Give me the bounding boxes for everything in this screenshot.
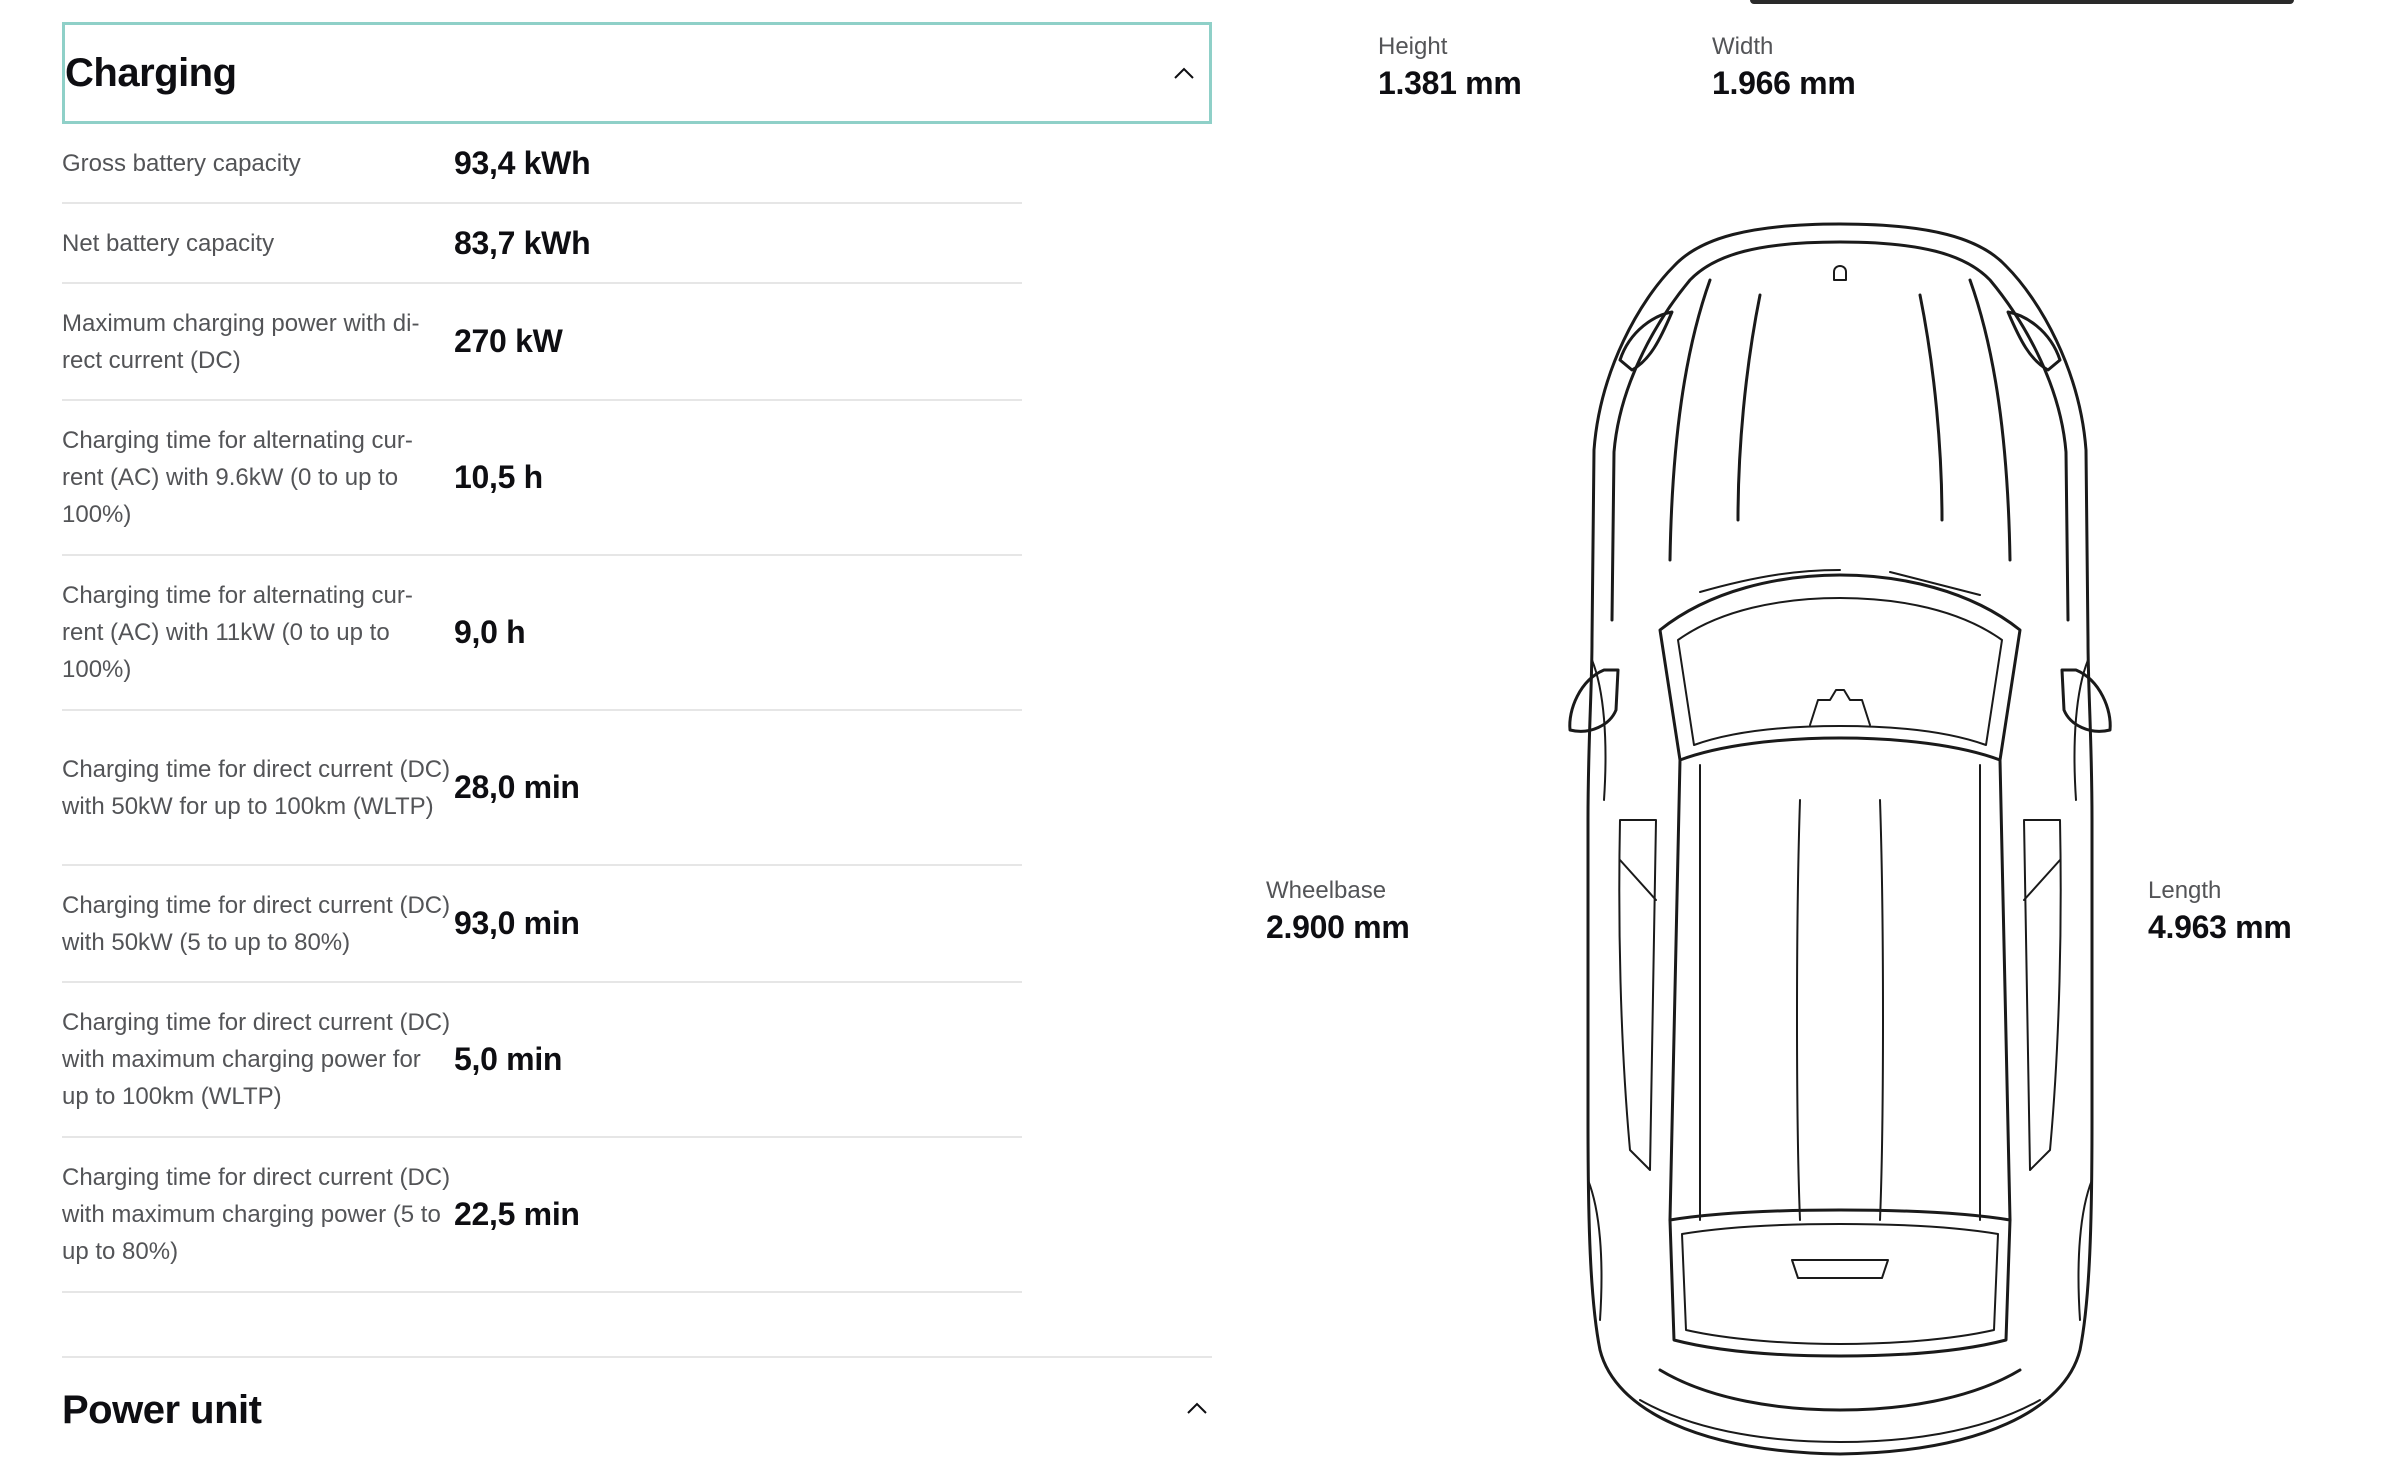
overlay-edge — [1750, 0, 2294, 4]
spec-label: Charging time for alternating cur-rent (… — [62, 582, 413, 683]
spec-row-dc-50kw-100km: Charging time for direct current (DC) wi… — [62, 711, 1022, 866]
spec-row-dc-max-100km: Charging time for direct current (DC) wi… — [62, 983, 1022, 1138]
spec-value: 83,7 kWh — [454, 224, 591, 261]
chevron-up-icon[interactable] — [1169, 58, 1199, 88]
charging-accordion-header[interactable]: Charging — [62, 22, 1212, 124]
spec-value: 22,5 min — [454, 1196, 580, 1232]
charging-section: Charging Gross battery capacity 93,4 kWh… — [62, 22, 1212, 1293]
charging-spec-table: Gross battery capacity 93,4 kWh Net batt… — [62, 124, 1022, 1293]
dimension-label: Length — [2148, 877, 2222, 904]
spec-value: 93,4 kWh — [454, 144, 591, 181]
dimension-width: Width 1.966 mm — [1712, 32, 1856, 104]
dimension-value: 2.900 mm — [1266, 909, 1410, 945]
spec-row-ac-11kw: Charging time for alternating cur-rent (… — [62, 556, 1022, 711]
spec-row-max-dc-power: Maximum charging power with di-rect curr… — [62, 284, 1022, 401]
dimension-height: Height 1.381 mm — [1378, 32, 1522, 104]
spec-row-net-battery: Net battery capacity 83,7 kWh — [62, 204, 1022, 284]
dimension-value: 4.963 mm — [2148, 909, 2292, 945]
dimension-value: 1.381 mm — [1378, 65, 1522, 101]
dimension-value: 1.966 mm — [1712, 65, 1856, 101]
spec-label: Charging time for alternating cur-rent (… — [62, 427, 413, 528]
dimension-length: Length 4.963 mm — [2148, 876, 2292, 948]
spec-label: Gross battery capacity — [62, 149, 301, 177]
spec-value: 9,0 h — [454, 614, 526, 650]
dimension-label: Width — [1712, 33, 1774, 60]
power-unit-title: Power unit — [62, 1388, 262, 1432]
spec-value: 10,5 h — [454, 459, 543, 495]
spec-label: Charging time for direct current (DC) wi… — [62, 891, 451, 956]
spec-value: 28,0 min — [454, 769, 580, 805]
spec-value: 5,0 min — [454, 1041, 563, 1077]
dimension-label: Wheelbase — [1266, 877, 1387, 904]
dimension-wheelbase: Wheelbase 2.900 mm — [1266, 876, 1410, 948]
spec-label: Charging time for direct current (DC) wi… — [62, 1009, 451, 1110]
car-top-view-illustration — [1568, 222, 2112, 1456]
spec-row-ac-9-6kw: Charging time for alternating cur-rent (… — [62, 401, 1022, 556]
chevron-up-icon[interactable] — [1182, 1393, 1212, 1423]
spec-label: Charging time for direct current (DC) wi… — [62, 755, 451, 820]
spec-row-dc-max-5-80: Charging time for direct current (DC) wi… — [62, 1138, 1022, 1293]
power-unit-accordion-header[interactable]: Power unit — [62, 1356, 1212, 1464]
dimension-label: Height — [1378, 33, 1448, 60]
spec-row-dc-50kw-5-80: Charging time for direct current (DC) wi… — [62, 866, 1022, 983]
spec-row-gross-battery: Gross battery capacity 93,4 kWh — [62, 124, 1022, 204]
spec-value: 270 kW — [454, 323, 563, 359]
spec-label: Maximum charging power with di-rect curr… — [62, 309, 420, 374]
spec-label: Net battery capacity — [62, 229, 275, 257]
spec-label: Charging time for direct current (DC) wi… — [62, 1164, 451, 1265]
spec-value: 93,0 min — [454, 905, 580, 941]
charging-title: Charging — [65, 50, 237, 95]
